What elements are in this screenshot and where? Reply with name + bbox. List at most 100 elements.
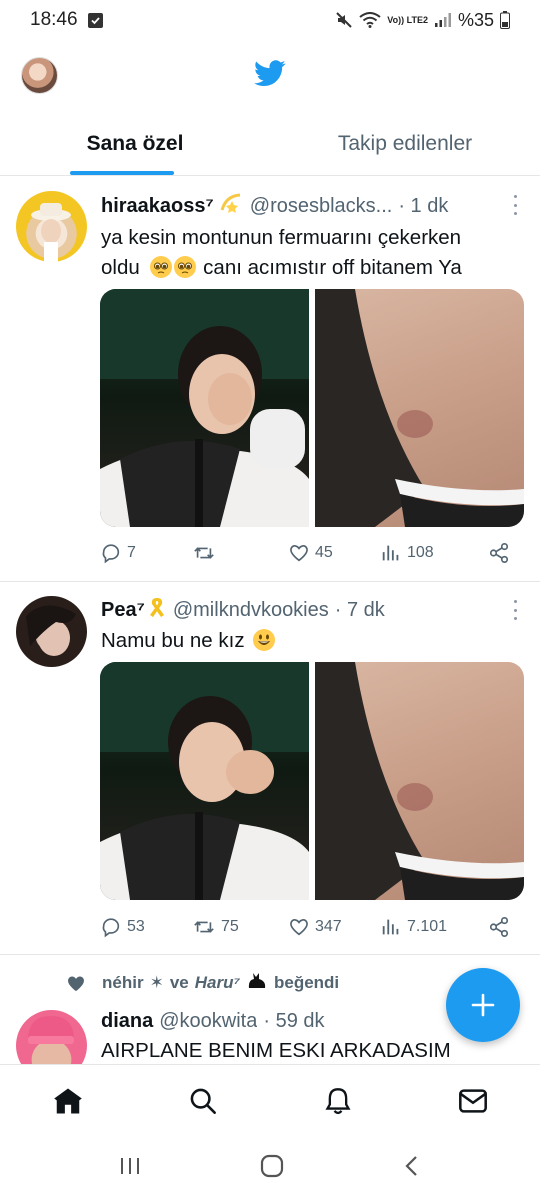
liked-heart-icon xyxy=(68,976,84,991)
reply-count: 7 xyxy=(127,544,136,561)
media-photo-selfie[interactable] xyxy=(100,662,309,900)
avatar[interactable] xyxy=(16,1010,87,1064)
star-symbol-icon: ✶ xyxy=(149,972,164,992)
profile-avatar[interactable] xyxy=(21,57,58,94)
grinning-face-emoji xyxy=(253,629,276,651)
nav-messages[interactable] xyxy=(405,1088,540,1114)
top-header xyxy=(0,40,540,112)
liked-by-user[interactable]: Haru⁷ xyxy=(195,973,240,993)
tab-for-you-label: Sana özel xyxy=(86,131,184,155)
retweet-button[interactable] xyxy=(192,542,288,564)
tweet-actions: 53 75 347 7.101 xyxy=(100,914,510,940)
home-icon xyxy=(53,1088,82,1113)
retweet-button[interactable]: 75 xyxy=(192,916,288,938)
tweet-text-line: oldu canı acımıstır off bitanem Ya xyxy=(101,253,524,283)
battery-icon xyxy=(500,11,510,29)
system-navigation-bar xyxy=(0,1136,540,1200)
network-type-label: Vo)) LTE2 xyxy=(387,14,428,25)
author-name[interactable]: hiraakaoss⁷ xyxy=(101,195,214,218)
dizzy-emoji xyxy=(220,192,244,220)
author-handle[interactable]: @kookwita xyxy=(159,1010,257,1033)
tweet-media[interactable] xyxy=(100,662,524,900)
status-time: 18:46 xyxy=(30,9,78,30)
tweet-text-fragment: Namu bu ne kız xyxy=(101,629,245,652)
share-button[interactable] xyxy=(488,542,510,564)
tweet[interactable]: Pea⁷ @milkndvkookies · 7 dk Namu bu ne k… xyxy=(0,582,540,955)
author-name[interactable]: diana xyxy=(101,1010,153,1033)
nav-notifications[interactable] xyxy=(270,1087,405,1115)
views-count: 7.101 xyxy=(407,918,448,935)
media-photo-selfie[interactable] xyxy=(100,289,309,527)
tab-following[interactable]: Takip edilenler xyxy=(270,112,540,175)
retweet-icon xyxy=(194,921,214,933)
home-button-icon[interactable] xyxy=(259,1153,285,1184)
tweet-text-fragment: AIRPLANE BENIM ESKI ARKADASIM xyxy=(101,1039,451,1062)
search-icon xyxy=(190,1088,216,1114)
more-options-icon[interactable] xyxy=(512,195,518,215)
signal-icon xyxy=(434,12,452,28)
avatar[interactable] xyxy=(16,191,87,262)
heart-icon xyxy=(290,919,308,936)
notification-check-icon xyxy=(87,12,103,28)
liked-by-user[interactable]: néhir xyxy=(102,973,144,993)
more-options-icon[interactable] xyxy=(512,600,518,620)
black-cat-emoji xyxy=(246,970,268,995)
tweet-media[interactable] xyxy=(100,289,524,527)
tweet-text-line: ya kesin montunun fermuarını çekerken xyxy=(101,226,462,249)
tab-for-you[interactable]: Sana özel xyxy=(0,112,270,175)
nav-home[interactable] xyxy=(0,1087,135,1115)
author-handle[interactable]: @milkndvkookies xyxy=(173,599,329,622)
share-icon xyxy=(489,543,509,563)
active-tab-indicator xyxy=(70,171,174,175)
reply-icon xyxy=(102,544,120,564)
twitter-bird-icon[interactable] xyxy=(254,60,286,92)
wifi-icon xyxy=(359,12,381,28)
notifications-bell-icon xyxy=(324,1087,351,1114)
timeline-tabs: Sana özel Takip edilenler xyxy=(0,112,540,176)
tweet-text: Namu bu ne kız xyxy=(101,626,524,656)
author-handle[interactable]: @rosesblacks... xyxy=(250,195,393,218)
compose-plus-icon xyxy=(471,993,495,1017)
tweet-text-fragment: canı acımıstır off bitanem Ya xyxy=(203,256,462,279)
views-count: 108 xyxy=(407,544,434,561)
tweet-header: Pea⁷ @milkndvkookies · 7 dk xyxy=(101,595,520,625)
tab-following-label: Takip edilenler xyxy=(337,131,473,155)
retweet-icon xyxy=(194,547,214,559)
tweet-time: · 7 dk xyxy=(334,598,385,621)
social-context: néhir ✶ ve Haru⁷ beğendi xyxy=(66,970,339,995)
avatar[interactable] xyxy=(16,596,87,667)
author-name[interactable]: Pea⁷ xyxy=(101,599,145,622)
tweet[interactable]: hiraakaoss⁷ @rosesblacks... · 1 dk ya ke… xyxy=(0,177,540,582)
media-photo-closeup[interactable] xyxy=(315,662,524,900)
mute-icon xyxy=(335,11,353,29)
like-count: 347 xyxy=(315,918,342,935)
media-photo-closeup[interactable] xyxy=(315,289,524,527)
status-bar: 18:46 Vo)) LTE2 %35 xyxy=(0,0,540,40)
reply-icon xyxy=(102,918,120,938)
like-count: 45 xyxy=(315,544,333,561)
like-button[interactable]: 347 xyxy=(288,916,380,938)
bottom-navigation xyxy=(0,1064,540,1136)
views-chart-icon xyxy=(382,545,399,561)
liked-by-connector: ve xyxy=(169,972,189,992)
retweet-count: 75 xyxy=(221,918,239,935)
back-icon[interactable] xyxy=(402,1154,422,1183)
nav-search[interactable] xyxy=(135,1087,270,1115)
messages-mail-icon xyxy=(458,1088,487,1113)
share-button[interactable] xyxy=(488,916,510,938)
reply-button[interactable]: 7 xyxy=(100,542,192,564)
tweet-text-fragment: oldu xyxy=(101,256,140,279)
views-button[interactable]: 7.101 xyxy=(380,916,480,938)
reply-button[interactable]: 53 xyxy=(100,916,192,938)
pleading-face-emoji xyxy=(150,256,173,278)
heart-icon xyxy=(290,545,308,562)
views-chart-icon xyxy=(382,919,399,935)
tweet-text: ya kesin montunun fermuarını çekerken ol… xyxy=(101,223,524,283)
like-button[interactable]: 45 xyxy=(288,542,380,564)
compose-tweet-button[interactable] xyxy=(446,968,520,1042)
liked-suffix: beğendi xyxy=(273,972,340,992)
pleading-face-emoji xyxy=(174,256,197,278)
tweet-time: · 59 dk xyxy=(263,1009,325,1032)
recent-apps-icon[interactable] xyxy=(118,1155,142,1182)
views-button[interactable]: 108 xyxy=(380,542,480,564)
